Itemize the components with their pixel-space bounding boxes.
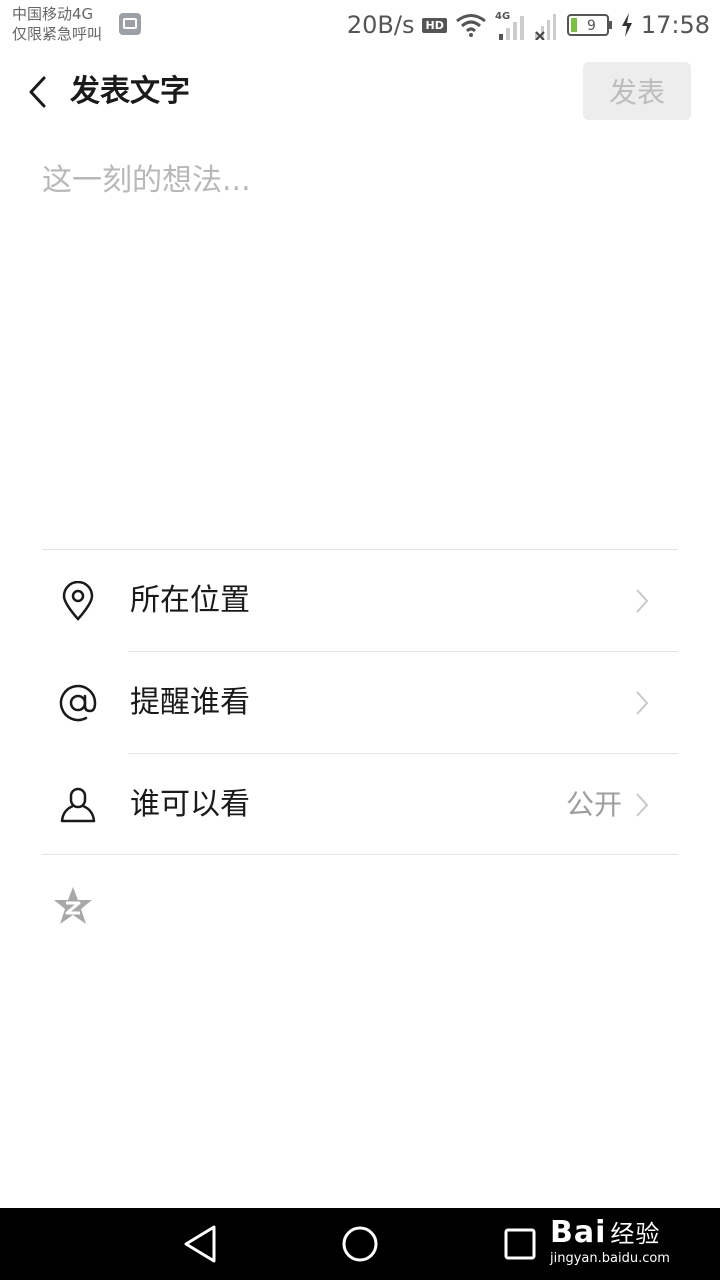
signal-icon: 4G	[495, 10, 525, 40]
page-title: 发表文字	[70, 74, 190, 109]
battery-icon: 9	[566, 13, 613, 37]
option-label: 所在位置	[130, 583, 250, 618]
chevron-right-icon	[632, 586, 652, 616]
battery-level: 9	[587, 18, 596, 34]
chevron-right-icon	[632, 790, 652, 820]
chevron-right-icon	[632, 688, 652, 718]
option-label: 提醒谁看	[130, 685, 250, 720]
carrier-name: 中国移动4G	[12, 5, 94, 23]
nav-back-button[interactable]	[180, 1224, 220, 1264]
charging-bolt-icon	[621, 13, 633, 37]
status-indicators: 20B/s HD 4G 9 17:58	[347, 8, 710, 42]
visibility-value: 公开	[565, 788, 622, 821]
option-label: 谁可以看	[130, 787, 250, 822]
divider	[128, 651, 678, 652]
status-bar: 中国移动4G 仅限紧急呼叫 20B/s HD 4G 9 17:58	[0, 0, 720, 50]
network-type-label: 4G	[495, 11, 510, 22]
wifi-icon	[455, 13, 487, 37]
nav-back-icon	[184, 1225, 216, 1263]
back-button[interactable]	[18, 72, 58, 112]
publish-button[interactable]: 发表	[583, 62, 691, 120]
divider	[42, 854, 678, 855]
watermark-brand-text: Bai	[550, 1215, 607, 1250]
at-sign-icon	[58, 683, 98, 723]
person-icon	[58, 785, 98, 825]
nav-home-button[interactable]	[340, 1224, 380, 1264]
baidu-jingyan-watermark: Bai 经验 jingyan.baidu.com	[550, 1216, 670, 1267]
watermark-url: jingyan.baidu.com	[550, 1251, 670, 1266]
divider	[42, 549, 678, 550]
hd-badge: HD	[422, 17, 447, 33]
divider	[128, 753, 678, 754]
navigation-bar: Bai 经验 jingyan.baidu.com	[0, 1208, 720, 1280]
watermark-brand: Bai 经验	[550, 1216, 670, 1251]
location-pin-icon	[58, 581, 98, 621]
carrier-info: 中国移动4G 仅限紧急呼叫	[12, 4, 102, 44]
option-remind[interactable]: 提醒谁看	[42, 653, 678, 753]
nav-recent-icon	[504, 1228, 536, 1260]
chevron-left-icon	[29, 76, 46, 108]
nav-home-icon	[342, 1226, 378, 1262]
image-notification-icon	[119, 13, 141, 35]
carrier-status: 仅限紧急呼叫	[12, 25, 103, 43]
post-text-input[interactable]	[42, 160, 678, 520]
nav-recent-button[interactable]	[500, 1224, 540, 1264]
status-time: 17:58	[640, 11, 710, 39]
option-visibility[interactable]: 谁可以看 公开	[42, 755, 678, 855]
qzone-star-icon[interactable]	[52, 886, 94, 926]
signal-no-service-icon	[533, 10, 559, 40]
watermark-brand-suffix: 经验	[610, 1220, 661, 1248]
top-app-bar: 发表文字 发表	[0, 50, 720, 134]
option-location[interactable]: 所在位置	[42, 551, 678, 651]
network-speed: 20B/s	[346, 11, 415, 39]
